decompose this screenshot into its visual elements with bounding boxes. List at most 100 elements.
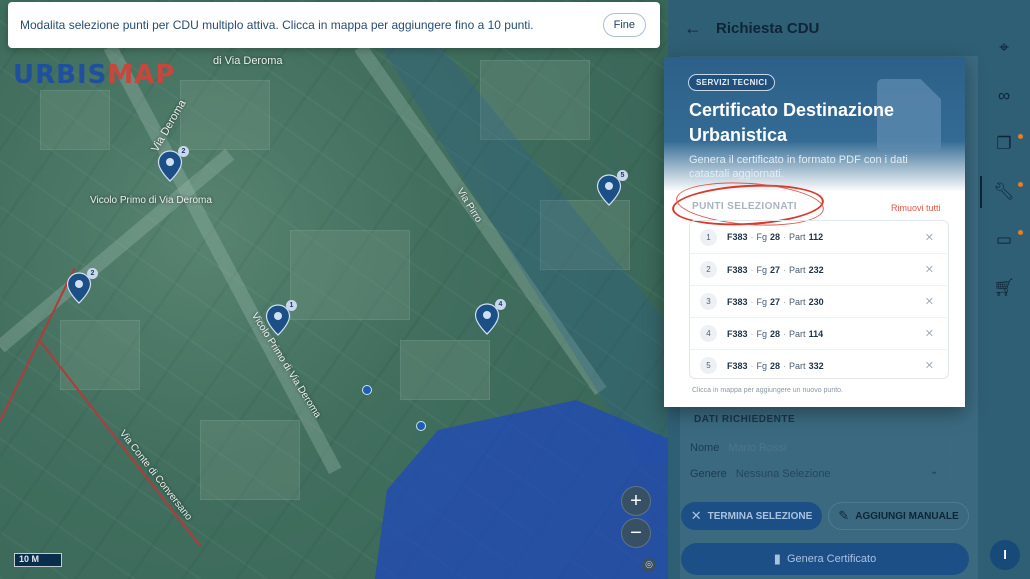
pencil-icon: ✎ (838, 508, 850, 523)
chevron-down-icon[interactable]: ⌄ (930, 466, 938, 477)
remove-point-icon[interactable]: ✕ (925, 359, 934, 372)
close-icon: ✕ (690, 508, 702, 523)
card-title: Certificato Destinazione Urbanistica (689, 100, 895, 145)
locate-icon[interactable]: ◎ (642, 558, 656, 572)
point-row[interactable]: 1 F383 · Fg 28 · Part 112 ✕ (690, 221, 948, 253)
map-pin[interactable]: 5 (596, 170, 628, 206)
foglio-label: Fg (756, 232, 768, 242)
map-pin[interactable]: 2 (66, 268, 98, 304)
point-code: F383 (727, 264, 748, 275)
document-icon: ▮ (773, 551, 781, 566)
end-selection-button[interactable]: ✕ TERMINA SELEZIONE (681, 502, 822, 530)
generate-certificate-button[interactable]: ▮ Genera Certificato (681, 543, 969, 575)
pin-badge: 2 (178, 146, 189, 157)
point-row[interactable]: 2 F383 · Fg 27 · Part 232 ✕ (690, 253, 948, 285)
nome-placeholder: Mario Rossi (728, 442, 787, 454)
foglio-value: 28 (770, 232, 781, 242)
selection-mode-banner: Modalita selezione punti per CDU multipl… (8, 2, 660, 48)
point-number: 3 (700, 293, 717, 310)
remove-point-icon[interactable]: ✕ (925, 263, 934, 276)
map-point-marker[interactable] (416, 421, 426, 431)
foglio-label: Fg (756, 328, 768, 339)
map-pin[interactable]: 2 (157, 146, 189, 182)
map-canvas[interactable]: URBISMAP di Via Deroma Via Deroma Vicolo… (0, 0, 668, 579)
selected-points-list: 1 F383 · Fg 28 · Part 112 ✕ 2 F383 · Fg 27 · Pa… (689, 220, 949, 379)
card-header: SERVIZI TECNICI Certificato Destinazione… (664, 57, 965, 192)
genere-value: Nessuna Selezione (735, 468, 831, 480)
particella-label: Part (789, 296, 806, 307)
wrench-icon[interactable]: 🔧︎ (980, 176, 1023, 208)
banner-message: Modalita selezione punti per CDU multipl… (20, 18, 534, 32)
foglio-label: Fg (756, 296, 768, 307)
genere-select[interactable]: Genere Nessuna Selezione (690, 468, 831, 480)
add-point-hint: Clicca in mappa per aggiungere un nuovo … (692, 387, 843, 394)
nome-field[interactable]: Nome Mario Rossi (690, 442, 786, 454)
generate-certificate-label: Genera Certificato (786, 553, 877, 565)
map-scale-bar: 10 M (14, 553, 62, 567)
cart-icon[interactable]: 🛒︎ (992, 276, 1016, 300)
folder-icon[interactable]: ▭ (992, 228, 1023, 252)
genere-label: Genere (690, 468, 727, 480)
side-rail: ⌖ ∞ ❐ 🔧︎ ▭ 🛒︎ (978, 20, 1030, 579)
zoom-out-button[interactable]: − (621, 518, 651, 548)
requester-section-title: DATI RICHIEDENTE (694, 414, 796, 425)
foglio-value: 27 (770, 264, 781, 275)
zoom-in-button[interactable]: + (621, 486, 651, 516)
pin-badge: 1 (286, 300, 297, 311)
urbismap-logo: URBISMAP (13, 60, 176, 90)
panel-header: ← Richiesta CDU (668, 0, 990, 56)
form-divider (680, 460, 950, 461)
particella-label: Part (789, 232, 806, 242)
foglio-value: 27 (770, 296, 781, 307)
cdu-card: SERVIZI TECNICI Certificato Destinazione… (664, 57, 965, 407)
map-street-label: Vicolo Primo di Via Deroma (90, 195, 212, 206)
service-tag: SERVIZI TECNICI (688, 74, 776, 91)
selected-points-heading: PUNTI SELEZIONATI (692, 201, 797, 212)
panel-title: Richiesta CDU (716, 19, 820, 37)
foglio-value: 28 (770, 360, 781, 371)
particella-value: 232 (808, 264, 824, 275)
card-description: Genera il certificato in formato PDF con… (689, 154, 908, 180)
particella-value: 230 (808, 296, 824, 307)
remove-all-link[interactable]: Rimuovi tutti (891, 203, 941, 213)
notification-dot (1018, 230, 1023, 235)
documents-icon[interactable]: ❐ (992, 132, 1023, 156)
particella-value: 114 (808, 328, 824, 339)
point-row[interactable]: 4 F383 · Fg 28 · Part 114 ✕ (690, 317, 948, 349)
pin-badge: 2 (87, 268, 98, 279)
binoculars-icon[interactable]: ∞ (992, 84, 1016, 108)
particella-label: Part (789, 360, 806, 371)
pin-badge: 4 (495, 299, 506, 310)
particella-label: Part (789, 328, 806, 339)
foglio-value: 28 (770, 328, 781, 339)
point-row[interactable]: 3 F383 · Fg 27 · Part 230 ✕ (690, 285, 948, 317)
done-button[interactable]: Fine (602, 13, 646, 37)
point-number: 5 (700, 357, 717, 374)
map-point-marker[interactable] (362, 385, 372, 395)
nome-label: Nome (690, 442, 720, 454)
foglio-label: Fg (756, 360, 768, 371)
point-number: 1 (700, 228, 717, 246)
end-selection-label: TERMINA SELEZIONE (707, 510, 813, 522)
foglio-label: Fg (756, 264, 768, 275)
notification-dot (1018, 134, 1023, 139)
add-manual-label: AGGIUNGI MANUALE (855, 510, 959, 522)
arrow-left-icon[interactable]: ← (684, 18, 714, 39)
map-pin[interactable]: 1 (265, 300, 297, 336)
point-code: F383 (727, 296, 748, 307)
remove-point-icon[interactable]: ✕ (925, 231, 934, 244)
remove-point-icon[interactable]: ✕ (925, 327, 934, 340)
point-code: F383 (727, 328, 748, 339)
point-code: F383 (727, 232, 748, 242)
map-pin-icon[interactable]: ⌖ (992, 36, 1016, 60)
map-pin[interactable]: 4 (474, 299, 506, 335)
point-number: 2 (700, 261, 717, 278)
pin-badge: 5 (617, 170, 628, 181)
remove-point-icon[interactable]: ✕ (925, 295, 934, 308)
point-row[interactable]: 5 F383 · Fg 28 · Part 332 ✕ (690, 349, 948, 381)
info-button[interactable]: I (990, 540, 1020, 570)
add-manual-button[interactable]: ✎ AGGIUNGI MANUALE (828, 502, 969, 530)
particella-value: 112 (808, 232, 824, 242)
map-street-label: di Via Deroma (213, 55, 283, 67)
point-number: 4 (700, 325, 717, 342)
